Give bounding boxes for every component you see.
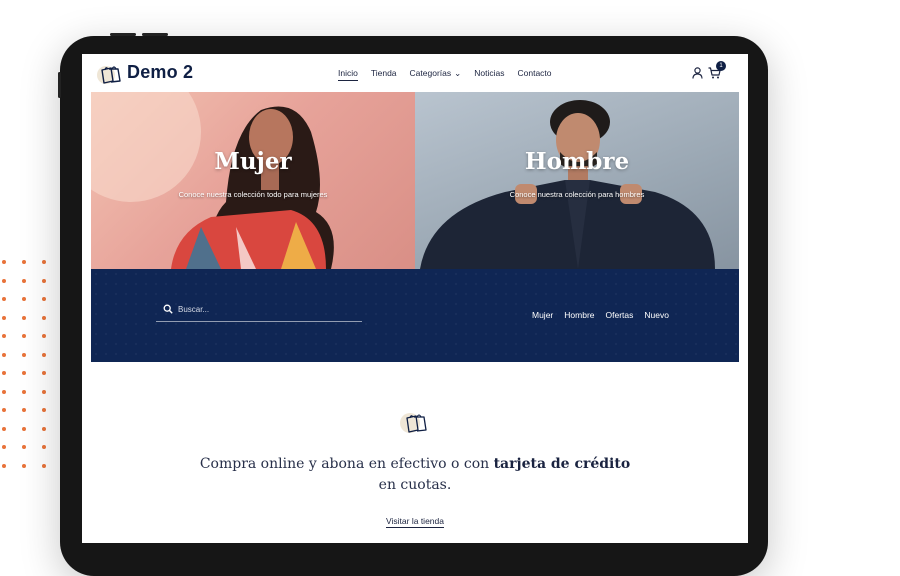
decorative-dot xyxy=(2,371,6,375)
decorative-dot xyxy=(22,463,26,468)
search-bar[interactable] xyxy=(156,299,362,322)
search-icon[interactable] xyxy=(163,304,173,314)
decorative-dot xyxy=(22,315,26,320)
decorative-dot xyxy=(42,297,46,301)
hero-title-hombre: Hombre xyxy=(524,148,630,175)
quick-link-hombre[interactable]: Hombre xyxy=(564,310,594,320)
decorative-dot xyxy=(2,408,6,412)
hero-title-mujer: Mujer xyxy=(214,148,292,175)
search-input[interactable] xyxy=(178,302,348,316)
decorative-dot xyxy=(42,426,46,431)
cart-count-badge: 1 xyxy=(716,61,726,71)
user-icon[interactable] xyxy=(692,67,703,79)
decorative-dot xyxy=(2,463,6,468)
decorative-dot xyxy=(22,408,26,412)
chevron-down-icon: ⌄ xyxy=(454,68,462,78)
main-nav: Inicio Tienda Categorías ⌄ Noticias Conta… xyxy=(338,68,565,81)
decorative-dot xyxy=(22,334,26,338)
decorative-dot xyxy=(42,352,46,357)
search-band: Mujer Hombre Ofertas Nuevo xyxy=(91,269,739,362)
decorative-dot xyxy=(2,315,6,320)
tablet-side-button xyxy=(58,72,61,98)
decorative-dot xyxy=(2,352,6,357)
hero-banner-hombre[interactable]: Hombre Conoce nuestra colección para hom… xyxy=(415,92,739,269)
site-logo-text[interactable]: Demo 2 xyxy=(127,62,193,83)
promo-text-end: en cuotas. xyxy=(378,477,452,493)
decorative-dot xyxy=(42,278,46,283)
promo-text-start: Compra online y abona en efectivo o con xyxy=(199,456,494,472)
tablet-top-button xyxy=(142,33,168,36)
website-screen: Demo 2 Inicio Tienda Categorías ⌄ Noticia… xyxy=(82,54,748,543)
hero-subtitle-hombre: Conoce nuestra colección para hombres xyxy=(509,190,645,199)
decorative-dot xyxy=(22,389,26,394)
promo-text-bold: tarjeta de crédito xyxy=(493,456,631,472)
decorative-dot xyxy=(42,445,46,449)
nav-tienda[interactable]: Tienda xyxy=(371,68,397,81)
quick-links: Mujer Hombre Ofertas Nuevo xyxy=(532,310,680,320)
decorative-dot-grid xyxy=(0,258,50,476)
tablet-top-button xyxy=(110,33,136,36)
visit-store-link-wrap: Visitar la tienda xyxy=(82,516,748,528)
decorative-dot xyxy=(42,315,46,320)
promo-text: Compra online y abona en efectivo o con … xyxy=(192,454,638,496)
man-photo xyxy=(420,100,715,269)
decorative-dot xyxy=(2,445,6,449)
nav-categorias-label: Categorías xyxy=(409,68,452,78)
woman-photo xyxy=(91,92,334,269)
site-header: Demo 2 Inicio Tienda Categorías ⌄ Noticia… xyxy=(82,54,748,92)
decorative-dot xyxy=(2,334,6,338)
decorative-dot xyxy=(22,445,26,449)
nav-contacto[interactable]: Contacto xyxy=(517,68,551,81)
decorative-dot xyxy=(42,371,46,375)
decorative-dot xyxy=(2,278,6,283)
quick-link-mujer[interactable]: Mujer xyxy=(532,310,553,320)
quick-link-ofertas[interactable]: Ofertas xyxy=(606,310,634,320)
decorative-dot xyxy=(22,278,26,283)
nav-inicio[interactable]: Inicio xyxy=(338,68,358,81)
decorative-dot xyxy=(42,334,46,338)
hero-subtitle-mujer: Conoce nuestra colección todo para mujer… xyxy=(178,190,328,199)
decorative-dot xyxy=(22,297,26,301)
shopping-bags-logo-icon xyxy=(97,66,121,84)
decorative-dot xyxy=(22,260,26,264)
decorative-dot xyxy=(2,389,6,394)
decorative-dot xyxy=(42,389,46,394)
decorative-dot xyxy=(2,297,6,301)
decorative-dot xyxy=(2,426,6,431)
decorative-dot xyxy=(22,426,26,431)
decorative-dot xyxy=(2,260,6,264)
quick-link-nuevo[interactable]: Nuevo xyxy=(644,310,669,320)
hero-banner-mujer[interactable]: Mujer Conoce nuestra colección todo para… xyxy=(91,92,415,269)
visit-store-link[interactable]: Visitar la tienda xyxy=(386,516,444,528)
decorative-dot xyxy=(22,371,26,375)
decorative-dot xyxy=(22,352,26,357)
nav-noticias[interactable]: Noticias xyxy=(474,68,504,81)
nav-categorias[interactable]: Categorías ⌄ xyxy=(410,68,462,81)
decorative-dot xyxy=(42,260,46,264)
decorative-dot xyxy=(42,463,46,468)
decorative-dot xyxy=(42,408,46,412)
shopping-bags-icon xyxy=(400,413,427,433)
